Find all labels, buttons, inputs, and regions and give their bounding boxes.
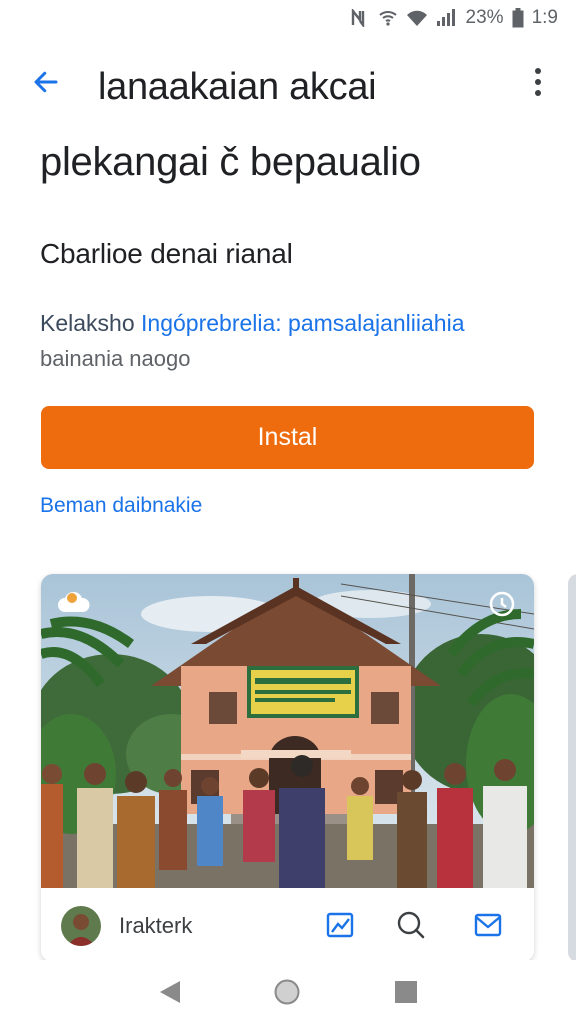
image-edit-button[interactable] [323,908,357,942]
mail-icon [474,913,502,937]
back-triangle-icon [160,981,180,1003]
wifi-calling-icon [378,9,398,27]
next-screenshot-card[interactable] [568,574,576,962]
signal-icon [436,9,458,27]
author-avatar-image [61,906,101,946]
back-button[interactable] [26,62,66,102]
secondary-link[interactable]: Beman daibnakie [40,494,202,518]
developer-info: Kelaksho Ingóprebrelia: pamsalajanliiahi… [40,310,465,337]
recents-square-icon [395,981,417,1003]
author-name[interactable]: Irakterk [119,913,192,939]
battery-icon [512,8,524,28]
timer-icon [489,591,515,617]
app-meta: bainania naogo [40,346,191,371]
nav-home-button[interactable] [271,976,303,1008]
avatar[interactable] [61,906,101,946]
wifi-icon [406,9,428,27]
card-footer: Irakterk [41,888,534,962]
status-bar: 23% 1:9 [0,0,576,36]
battery-percent: 23% [465,7,504,28]
nav-back-button[interactable] [154,976,186,1008]
arrow-left-icon [34,71,58,93]
mail-button[interactable] [471,908,505,942]
screenshot-card[interactable]: Irakterk [41,574,534,962]
home-circle-icon [274,979,300,1005]
developer-link[interactable]: Ingóprebrelia: pamsalajanliiahia [141,310,464,336]
image-edit-icon [326,912,354,938]
nfc-icon [350,9,370,27]
village-hall-photo [41,574,534,888]
system-nav-bar [0,960,576,1024]
clock: 1:9 [531,7,558,28]
more-options-button[interactable] [522,62,554,102]
nav-recents-button[interactable] [390,976,422,1008]
more-vert-icon [535,68,541,96]
developer-prefix: Kelaksho [40,310,142,336]
install-button[interactable]: Instal [41,406,534,469]
search-button[interactable] [394,908,428,942]
cloud-icon [58,591,90,612]
page-title-line1: lanaakaian akcai [98,66,377,108]
app-subtitle: Cbarlioe denai rianal [40,238,293,269]
search-icon [397,911,425,939]
page-title-line2: plekangai č bepaualio [40,140,421,184]
app-bar: lanaakaian akcai [0,50,576,120]
